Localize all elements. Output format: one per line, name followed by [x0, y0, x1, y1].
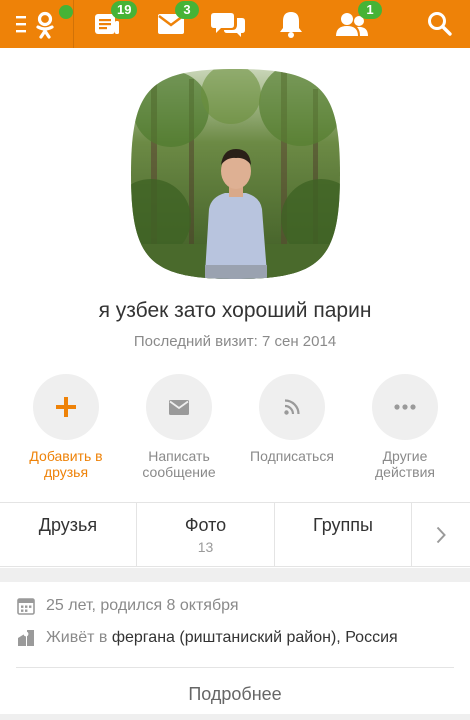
search-button[interactable]	[420, 0, 460, 48]
tab-photos-count: 13	[197, 539, 214, 555]
more-dots-icon	[394, 404, 416, 410]
messages-badge: 3	[175, 1, 199, 19]
tabs-scroll-right[interactable]	[412, 503, 470, 567]
more-details-link[interactable]: Подробнее	[0, 684, 470, 705]
info-divider	[16, 667, 454, 668]
add-friend-circle	[33, 374, 99, 440]
search-icon	[428, 12, 452, 36]
profile-tabs: Друзья Фото 13 Группы	[0, 502, 470, 567]
profile-name: я узбек зато хороший парин	[98, 299, 372, 322]
envelope-icon	[169, 399, 189, 415]
tab-friends[interactable]: Друзья	[0, 503, 137, 567]
feed-button[interactable]: 19	[85, 0, 138, 48]
messages-button[interactable]: 3	[151, 0, 199, 48]
friends-badge: 1	[358, 1, 382, 19]
age-text: 25 лет, родился 8 октября	[46, 597, 239, 614]
profile-avatar[interactable]	[131, 69, 340, 279]
age-info-row: 25 лет, родился 8 октября	[16, 596, 456, 616]
online-status-dot	[59, 5, 73, 19]
location-info-row: Живёт в фергана (риштаниский район), Рос…	[16, 628, 456, 648]
tab-groups-label: Группы	[313, 515, 373, 535]
tab-photos-label: Фото	[184, 515, 227, 535]
menu-ok-logo-icon	[16, 11, 54, 39]
avatar-photo	[131, 69, 340, 279]
calendar-icon	[16, 596, 36, 616]
add-friend-button[interactable]: Добавить в друзья	[11, 374, 121, 480]
write-message-circle	[146, 374, 212, 440]
write-message-button[interactable]: Написать сообщение	[124, 374, 234, 480]
friends-button[interactable]: 1	[330, 0, 382, 48]
other-actions-label: Другие действия	[374, 448, 436, 480]
other-actions-circle	[372, 374, 438, 440]
section-gap	[0, 568, 470, 582]
chevron-right-icon	[436, 526, 446, 544]
discussions-button[interactable]	[207, 0, 249, 48]
add-friend-label: Добавить в друзья	[29, 448, 103, 480]
plus-icon	[56, 397, 76, 417]
top-navigation-bar: 19 3 1	[0, 0, 470, 48]
subscribe-circle	[259, 374, 325, 440]
bell-icon	[280, 12, 302, 38]
last-visit-text: Последний визит: 7 сен 2014	[133, 333, 337, 350]
topbar-separator	[73, 0, 74, 48]
chat-icon	[211, 13, 245, 37]
tab-photos[interactable]: Фото 13	[137, 503, 275, 567]
subscribe-button[interactable]: Подписаться	[237, 374, 347, 464]
tab-friends-label: Друзья	[38, 515, 98, 535]
other-actions-button[interactable]: Другие действия	[350, 374, 460, 480]
bottom-strip	[0, 714, 470, 720]
location-icon	[16, 628, 36, 648]
lives-place-link[interactable]: фергана (риштаниский район), Россия	[112, 629, 398, 647]
lives-prefix-text: Живёт в	[46, 629, 108, 646]
write-message-label: Написать сообщение	[142, 448, 216, 480]
subscribe-label: Подписаться	[250, 448, 334, 464]
tab-groups[interactable]: Группы	[275, 503, 412, 567]
feed-badge: 19	[111, 1, 138, 19]
rss-icon	[284, 399, 300, 415]
notifications-button[interactable]	[272, 0, 310, 48]
menu-logo-button[interactable]	[8, 0, 73, 48]
